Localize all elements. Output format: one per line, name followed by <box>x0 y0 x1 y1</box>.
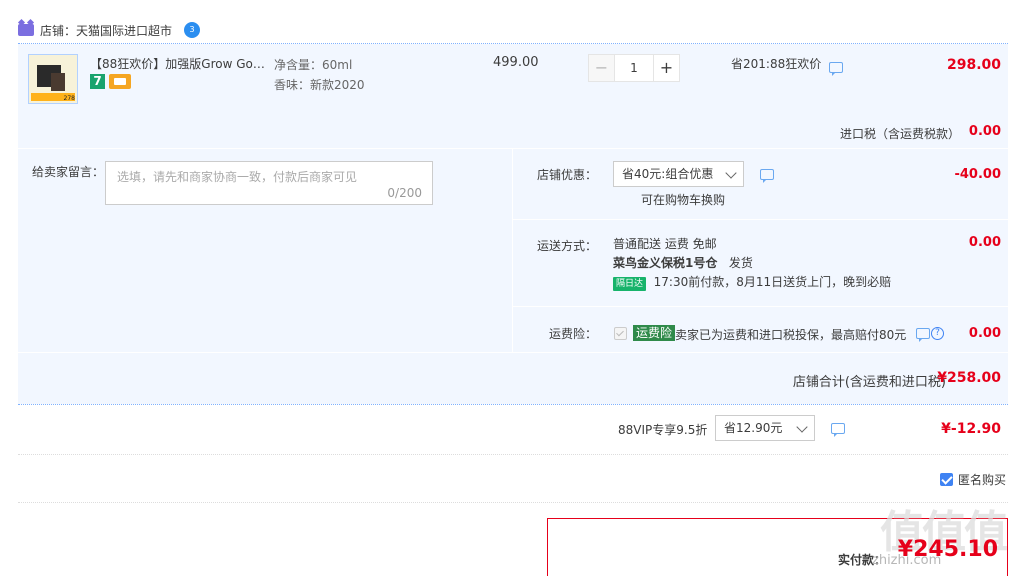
item-total: 298.00 <box>946 57 1001 73</box>
comment-icon[interactable] <box>760 169 774 183</box>
message-textarea[interactable]: 选填，请先和商家协商一致，付款后商家可见 0/200 <box>105 161 433 205</box>
shipping-label: 运送方式： <box>537 239 598 253</box>
unit-price: 499.00 <box>493 55 539 70</box>
divider <box>18 454 1008 455</box>
chevron-down-icon <box>796 421 808 433</box>
dispatch-text: 发货 <box>728 256 753 270</box>
anonymous-label[interactable]: 匿名购买 <box>958 471 1006 488</box>
shipping-value: 0.00 <box>968 235 1001 250</box>
vip-discount-label: 88VIP专享9.5折 <box>618 423 708 437</box>
chat-seller-icon[interactable]: 3 <box>184 22 201 38</box>
delivery-promise: 17:30前付款，8月11日送货上门，晚到必赔 <box>653 275 892 289</box>
shop-total-label: 店铺合计(含运费和进口税) <box>792 375 946 390</box>
vip-discount-select[interactable]: 省12.90元 <box>715 415 815 441</box>
divider <box>513 306 1008 307</box>
divider <box>18 148 1008 149</box>
order-confirm-page: 店铺：天猫国际进口超市 3 278 【88狂欢价】加强版Grow Gor... … <box>0 0 1028 576</box>
import-tax-label: 进口税（含运费税款） <box>840 127 961 141</box>
insurance-value: 0.00 <box>968 326 1001 341</box>
vip-discount-selected: 省12.90元 <box>724 421 783 435</box>
chevron-down-icon <box>725 167 737 179</box>
insurance-label: 运费险： <box>549 327 598 341</box>
seven-day-return-badge: 7 <box>90 74 105 89</box>
import-tax-value: 0.00 <box>968 124 1001 139</box>
message-label: 给卖家留言： <box>32 165 105 179</box>
increase-button[interactable]: + <box>653 54 680 82</box>
shop-total-value: ¥258.00 <box>937 370 1001 386</box>
sku-volume: 净含量：60ml <box>274 58 353 72</box>
divider <box>512 149 513 352</box>
anonymous-purchase[interactable]: 匿名购买 <box>940 471 1006 488</box>
store-coupon-selected: 省40元:组合优惠 <box>622 167 714 181</box>
coupon-value: -40.00 <box>954 167 1001 182</box>
coupon-hint[interactable]: 可在购物车换购 <box>641 191 725 208</box>
watermark-site: zhizhi.com <box>872 553 942 568</box>
message-placeholder: 选填，请先和商家协商一致，付款后商家可见 <box>117 170 358 184</box>
store-icon <box>18 24 34 36</box>
divider <box>18 502 1008 503</box>
quantity-stepper: − + <box>588 54 680 82</box>
anonymous-checkbox[interactable] <box>940 473 953 486</box>
comment-icon[interactable] <box>829 62 843 76</box>
shipping-details: 普通配送 运费 免邮 菜鸟金义保税1号仓 发货 隔日达 17:30前付款，8月1… <box>613 235 891 292</box>
help-icon[interactable]: ? <box>931 327 944 340</box>
credit-card-icon <box>109 74 131 89</box>
store-coupon-select[interactable]: 省40元:组合优惠 <box>613 161 744 187</box>
insurance-badge: 运费险 <box>633 325 676 341</box>
comment-icon[interactable] <box>916 328 930 342</box>
sku-info: 净含量：60ml 香味：新款2020 <box>274 55 365 95</box>
thumbnail-price: 278 <box>63 95 75 102</box>
divider <box>18 404 1008 405</box>
sku-scent: 香味：新款2020 <box>274 78 365 92</box>
product-thumbnail[interactable]: 278 <box>28 54 78 104</box>
store-coupon-label: 店铺优惠： <box>537 168 598 182</box>
insurance-checkbox[interactable] <box>614 327 627 340</box>
divider <box>513 219 1008 220</box>
insurance-desc: 卖家已为运费和进口税投保，最高赔付80元 <box>675 328 907 342</box>
store-name[interactable]: 店铺：天猫国际进口超市 <box>40 22 172 39</box>
discount-note: 省201:88狂欢价 <box>731 57 822 71</box>
shipping-method: 普通配送 运费 免邮 <box>613 237 717 251</box>
next-day-tag: 隔日达 <box>613 277 647 291</box>
warehouse-name: 菜鸟金义保税1号仓 <box>613 256 718 270</box>
vip-discount-value: ¥-12.90 <box>941 421 1001 437</box>
product-title[interactable]: 【88狂欢价】加强版Grow Gor... <box>90 55 268 72</box>
quantity-input[interactable] <box>615 54 653 82</box>
divider <box>18 352 1008 353</box>
comment-icon[interactable] <box>831 423 845 437</box>
message-counter: 0/200 <box>387 186 422 200</box>
decrease-button[interactable]: − <box>588 54 615 82</box>
store-header: 店铺：天猫国际进口超市 3 <box>18 20 201 40</box>
